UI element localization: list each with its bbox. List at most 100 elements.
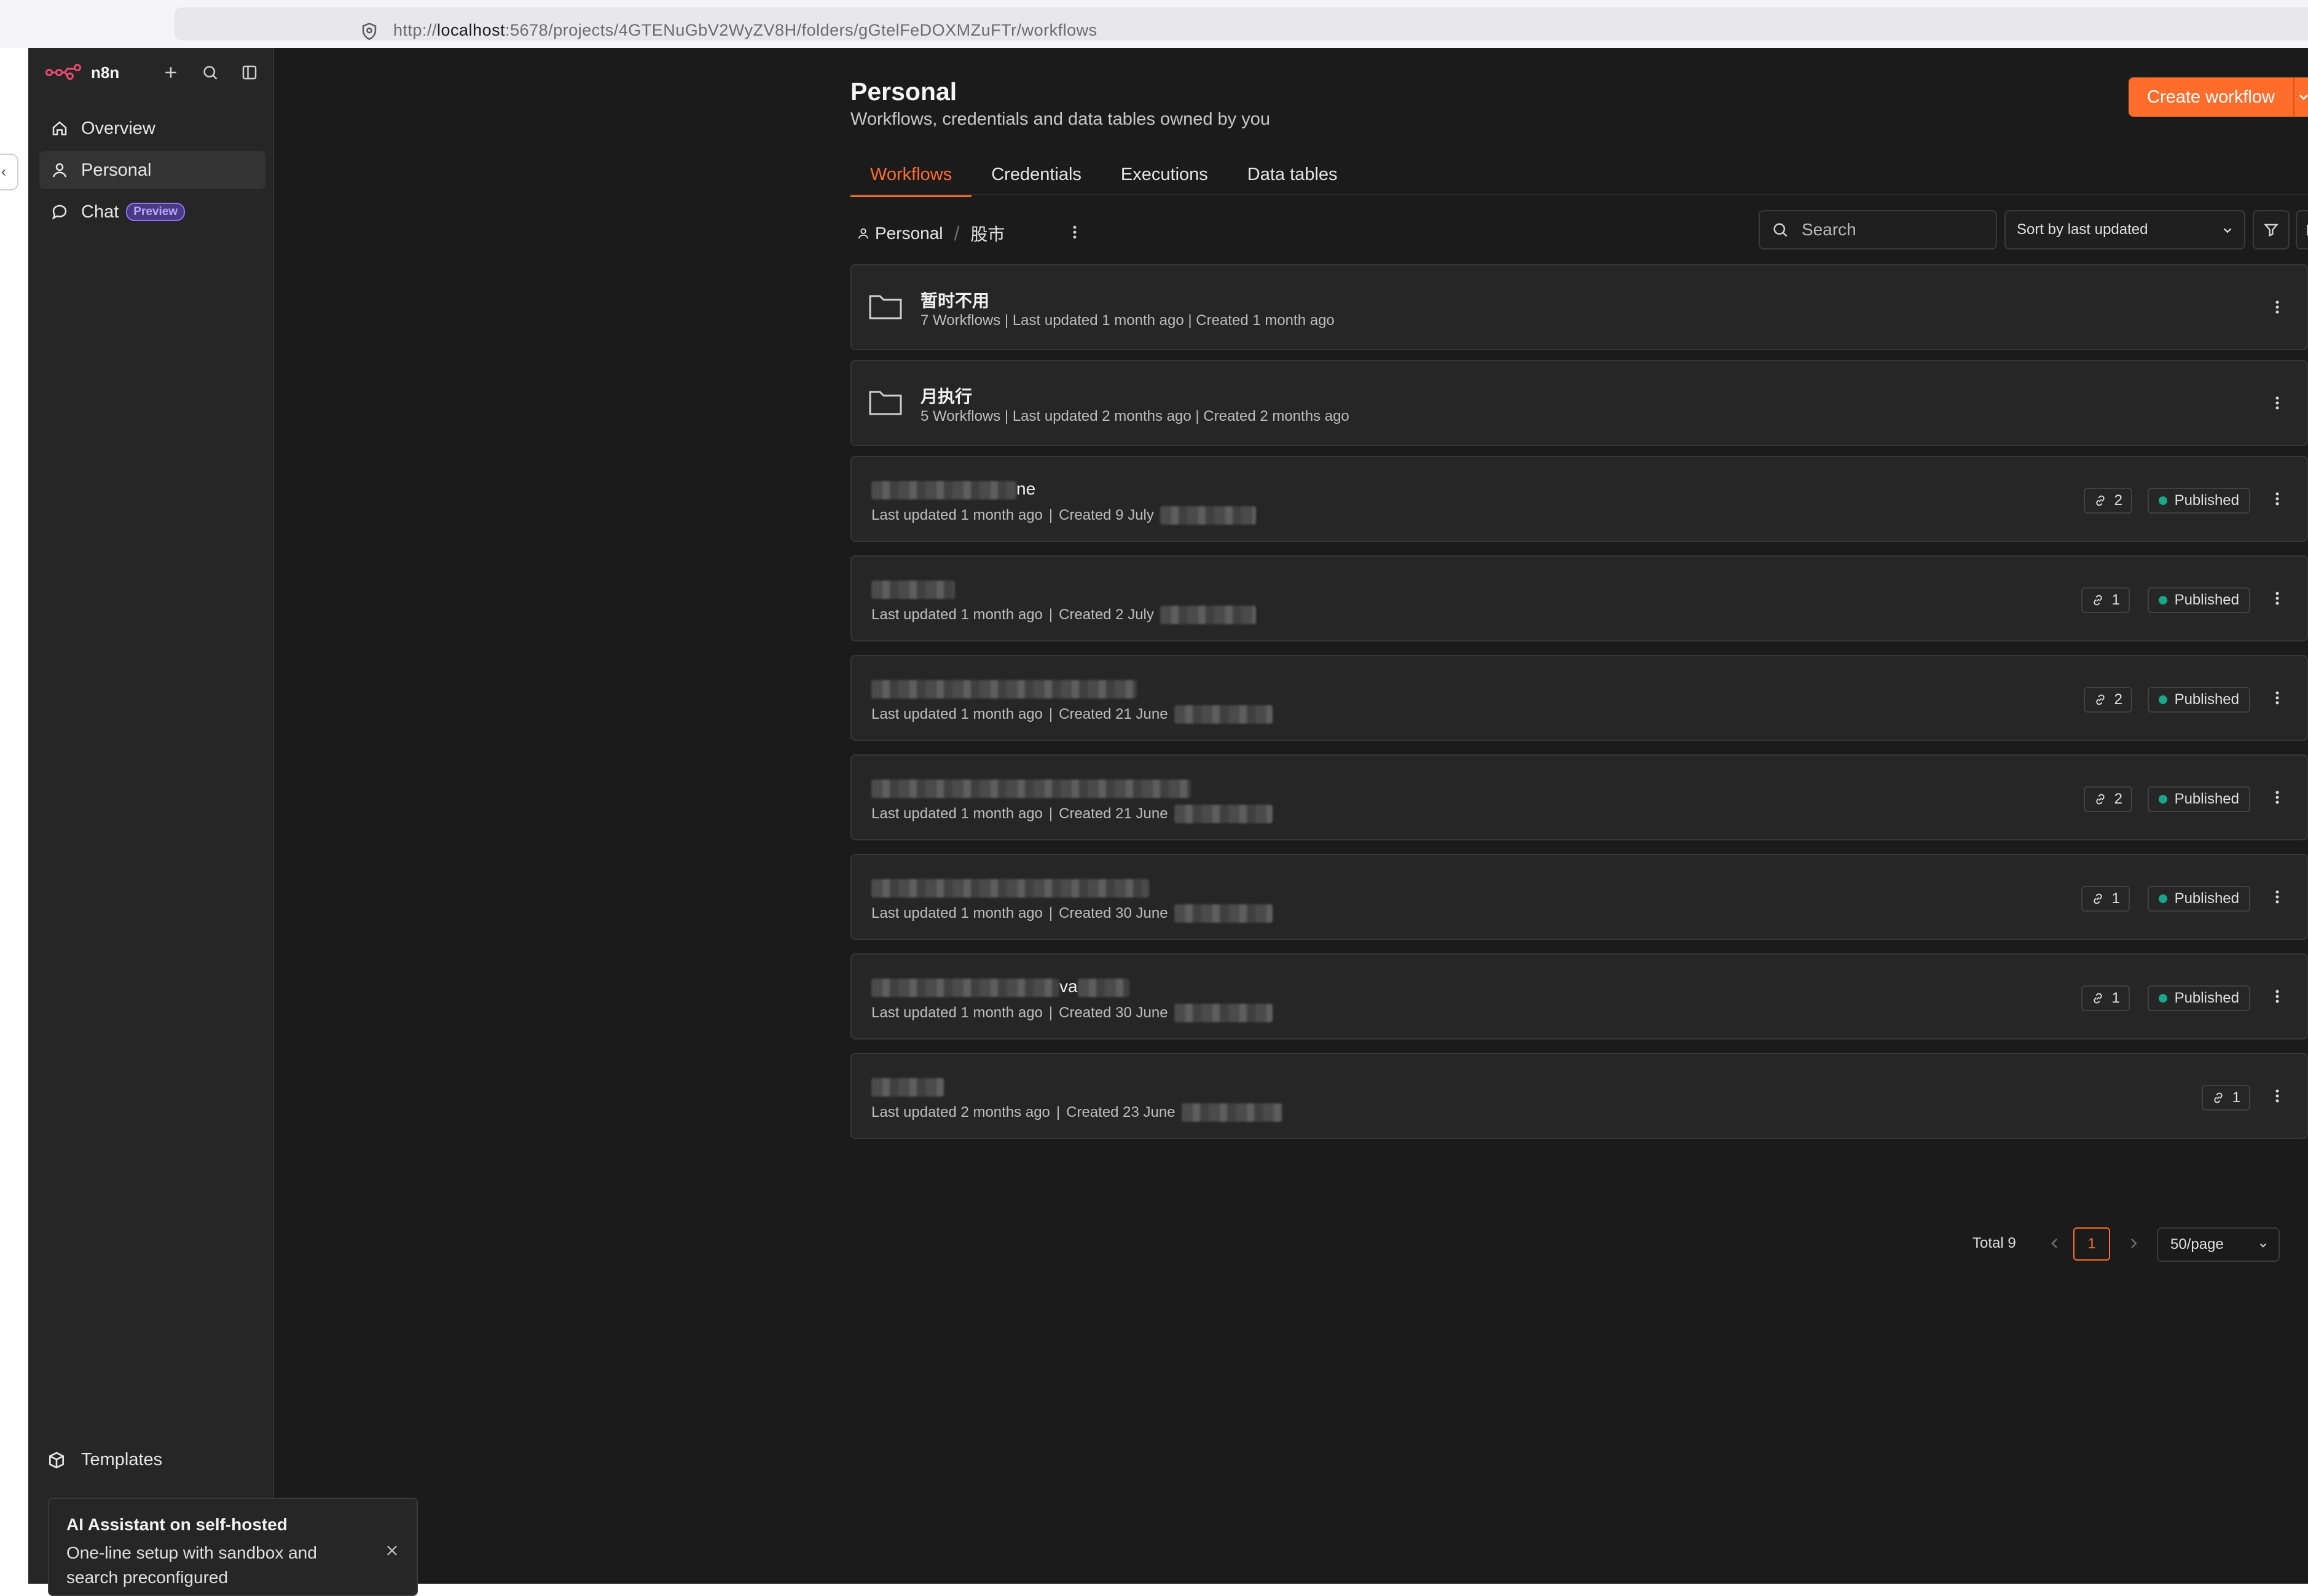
more-vertical-icon[interactable]	[2271, 786, 2283, 808]
created-text: Created 30 June	[1059, 1004, 1168, 1021]
folder-icon	[869, 391, 902, 415]
redacted-text	[871, 779, 1191, 798]
add-button[interactable]	[159, 60, 183, 85]
sidebar-item-overview[interactable]: Overview	[39, 109, 265, 147]
redacted-text	[871, 878, 1149, 898]
tab-bar: Workflows Credentials Executions Data ta…	[850, 157, 1357, 197]
new-folder-button[interactable]	[2296, 210, 2308, 249]
close-icon[interactable]	[383, 1542, 401, 1559]
search-box[interactable]	[1759, 210, 1997, 249]
sidebar-item-chat[interactable]: Chat Preview	[39, 193, 265, 231]
workflow-card[interactable]: Last updated 1 month ago | Created 21 June…	[850, 754, 2308, 840]
status-dot	[2158, 795, 2167, 804]
chevron-down-icon[interactable]	[2294, 77, 2308, 117]
meta-separator: |	[1048, 805, 1053, 822]
total-count: Total 9	[1972, 1235, 2016, 1251]
user-icon	[858, 228, 869, 239]
collapse-tab-icon[interactable]: ‹	[0, 154, 18, 190]
more-vertical-icon[interactable]	[2271, 687, 2283, 709]
meta-separator: |	[1048, 507, 1053, 523]
create-workflow-label[interactable]: Create workflow	[2129, 77, 2294, 117]
created-text: Created 2 July	[1059, 606, 1154, 623]
toggle-sidebar-button[interactable]	[237, 60, 262, 85]
chevron-down-icon	[2223, 228, 2232, 233]
meta-separator: |	[1048, 706, 1053, 722]
status-dot	[2158, 994, 2167, 1003]
sort-select[interactable]: Sort by last updated	[2004, 210, 2245, 249]
filter-button[interactable]	[2253, 210, 2290, 249]
workflow-meta: Last updated 1 month ago | Created 9 July	[871, 506, 1256, 525]
more-vertical-icon[interactable]	[2271, 392, 2283, 414]
more-vertical-icon[interactable]	[2271, 488, 2283, 510]
search-button[interactable]	[198, 60, 222, 85]
sidebar-panel-icon	[242, 65, 257, 80]
sidebar-item-label: Overview	[81, 118, 155, 138]
page-size-select[interactable]: 50/page	[2157, 1227, 2280, 1262]
workflow-card[interactable]: va Last updated 1 month ago | Created 30 J…	[850, 953, 2308, 1039]
workflow-card[interactable]: Last updated 1 month ago | Created 21 June…	[850, 655, 2308, 741]
chevron-right-icon[interactable]	[2125, 1234, 2142, 1253]
created-text: Created 21 June	[1059, 706, 1168, 722]
pagination: Total 9 1 50/page	[850, 1226, 2308, 1263]
created-text: Created 21 June	[1059, 805, 1168, 822]
workflow-card[interactable]: Last updated 1 month ago | Created 30 June…	[850, 854, 2308, 940]
sidebar-item-templates[interactable]: Templates	[47, 1450, 162, 1470]
workflow-name	[871, 778, 1191, 800]
status-dot	[2158, 496, 2167, 505]
status-badge: Published	[2147, 488, 2250, 514]
folder-icon	[869, 295, 902, 319]
link-count-badge: 1	[2081, 985, 2130, 1011]
create-workflow-button[interactable]: Create workflow	[2129, 77, 2308, 117]
meta-separator: |	[1048, 1004, 1053, 1021]
more-vertical-icon[interactable]	[2271, 296, 2283, 318]
updated-text: Last updated 2 months ago	[871, 1104, 1050, 1121]
main-content: Personal Workflows, credentials and data…	[850, 48, 2308, 1584]
redacted-text	[1174, 1004, 1273, 1022]
toast-title: AI Assistant on self-hosted	[66, 1515, 288, 1534]
workflow-name	[871, 678, 1137, 700]
breadcrumb-root[interactable]: Personal	[857, 224, 943, 243]
tab-data-tables[interactable]: Data tables	[1228, 157, 1357, 197]
workflow-name: va	[871, 977, 1129, 999]
search-input[interactable]	[1802, 220, 1986, 240]
folder-card[interactable]: 暂时不用 7 Workflows | Last updated 1 month …	[850, 264, 2308, 350]
workflow-card[interactable]: Last updated 2 months ago | Created 23 Jun…	[850, 1053, 2308, 1139]
redacted-text	[1077, 978, 1129, 997]
tab-executions[interactable]: Executions	[1101, 157, 1228, 197]
sidebar-item-personal[interactable]: Personal	[39, 151, 265, 189]
updated-text: Last updated 1 month ago	[871, 706, 1043, 722]
url-text: http://localhost:5678/projects/4GTENuGbV…	[393, 21, 1097, 39]
preview-badge: Preview	[126, 203, 186, 221]
link-count-badge: 2	[2083, 488, 2132, 514]
more-vertical-icon[interactable]	[2271, 587, 2283, 609]
redacted-text	[871, 1078, 944, 1097]
more-vertical-icon[interactable]	[2271, 1085, 2283, 1107]
ai-assistant-toast[interactable]: AI Assistant on self-hosted One-line set…	[48, 1498, 418, 1596]
page-number[interactable]: 1	[2073, 1227, 2110, 1261]
breadcrumb: Personal / 股市	[857, 221, 1005, 246]
updated-text: Last updated 1 month ago	[871, 507, 1043, 523]
filter-icon	[2264, 224, 2279, 237]
workflow-meta: Last updated 1 month ago | Created 30 June	[871, 904, 1273, 923]
more-vertical-icon[interactable]	[2271, 886, 2283, 908]
created-text: Created 23 June	[1066, 1104, 1176, 1121]
sort-selected: Sort by last updated	[2017, 221, 2148, 238]
redacted-text	[871, 580, 955, 599]
folder-plus-icon	[2307, 224, 2308, 236]
more-vertical-icon[interactable]	[1066, 221, 1084, 243]
address-bar[interactable]: http://localhost:5678/projects/4GTENuGbV…	[175, 7, 2308, 41]
more-vertical-icon[interactable]	[2271, 985, 2283, 1007]
folder-card[interactable]: 月执行 5 Workflows | Last updated 2 months …	[850, 360, 2308, 446]
link-icon	[2094, 993, 2102, 1004]
workflow-card[interactable]: ne Last updated 1 month ago | Created 9 Ju…	[850, 456, 2308, 542]
redacted-text	[1174, 705, 1273, 724]
status-badge: Published	[2147, 587, 2250, 613]
updated-text: Last updated 1 month ago	[871, 1004, 1043, 1021]
chevron-left-icon[interactable]	[2046, 1234, 2063, 1253]
tab-credentials[interactable]: Credentials	[971, 157, 1101, 197]
workflow-card[interactable]: Last updated 1 month ago | Created 2 July …	[850, 555, 2308, 641]
plus-icon	[165, 67, 176, 78]
tab-workflows[interactable]: Workflows	[850, 157, 972, 197]
logo[interactable]: n8n	[45, 63, 119, 82]
redacted-text	[1160, 506, 1256, 525]
